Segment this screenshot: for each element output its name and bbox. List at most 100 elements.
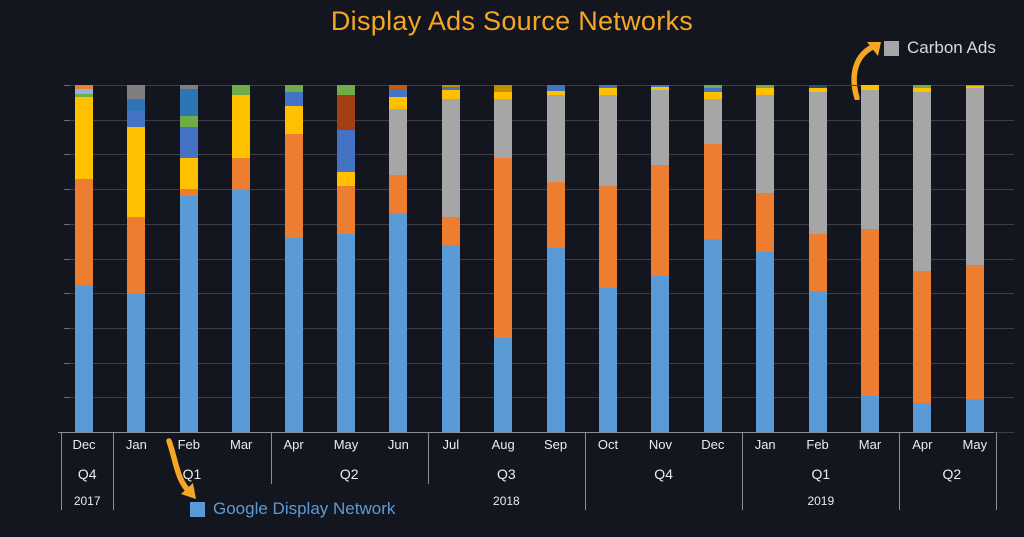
x-axis-band-separator [270, 432, 272, 484]
x-axis-month-label: Mar [858, 437, 882, 452]
x-axis-month-label: Apr [912, 437, 933, 452]
x-axis-band-separator [585, 432, 586, 510]
x-axis-month-label: Dec [72, 437, 96, 452]
bar-segment [494, 85, 513, 92]
x-axis-band-separator [742, 432, 744, 510]
y-axis-tick [64, 85, 70, 86]
bar-may-2018[interactable] [337, 85, 355, 432]
bar-segment [75, 96, 93, 179]
bar-segment [127, 85, 146, 99]
bar-segment [599, 88, 617, 96]
bar-segment [127, 98, 146, 112]
bar-segment [808, 291, 827, 432]
bar-jan-2018[interactable] [127, 85, 146, 432]
bar-segment [651, 90, 670, 165]
bar-segment [441, 90, 460, 99]
bar-dec-2017[interactable] [75, 85, 93, 432]
x-axis-month-label: Jul [442, 437, 460, 452]
bar-segment [179, 88, 198, 117]
bar-segment [546, 95, 565, 183]
x-axis-quarter-label: Q3 [497, 466, 516, 482]
bar-segment [861, 229, 879, 396]
page-title: Display Ads Source Networks [330, 6, 694, 36]
bar-segment [913, 91, 932, 271]
bar-segment [599, 185, 617, 288]
x-axis-band-separator [899, 432, 901, 510]
bar-segment [546, 248, 565, 432]
bar-segment [703, 239, 722, 432]
x-axis-quarter-label: Q2 [339, 466, 359, 482]
x-axis-month-label: Sep [544, 437, 568, 452]
bar-segment [703, 98, 722, 144]
bar-jul-2018[interactable] [441, 85, 460, 432]
chart-root: Display Ads Source Networks Carbon Ads G… [0, 0, 1024, 537]
bar-jan-2019[interactable] [756, 85, 775, 432]
bar-segment [232, 189, 251, 432]
bar-segment [179, 189, 198, 197]
bar-segment [494, 98, 513, 158]
bar-may-2019[interactable] [965, 85, 984, 432]
bar-mar-2018[interactable] [232, 85, 251, 432]
carbon-ads-swatch [884, 40, 899, 56]
bar-segment [861, 90, 879, 230]
bar-segment [389, 97, 408, 110]
bar-segment [651, 164, 670, 276]
bar-segment [284, 133, 303, 238]
bar-segment [703, 91, 722, 99]
bar-segment [546, 182, 565, 249]
legend-label-carbon-ads: Carbon Ads [907, 38, 996, 57]
bar-segment [75, 284, 93, 432]
bar-apr-2019[interactable] [913, 85, 932, 432]
plot-area: 0%10%20%30%40%50%60%70%80%90%100% [64, 85, 1014, 433]
bar-segment [337, 185, 355, 235]
y-axis-tick [64, 397, 70, 399]
bar-segment [337, 130, 355, 172]
bar-segment [232, 95, 251, 158]
bar-segment [965, 88, 984, 266]
x-axis-month-label: Oct [597, 437, 619, 452]
x-axis-band-separator [113, 432, 115, 510]
bar-segment [756, 192, 775, 252]
bar-nov-2018[interactable] [651, 85, 670, 432]
bar-segment [75, 178, 93, 285]
x-axis-month-label: Aug [491, 437, 515, 452]
bar-segment [127, 111, 146, 127]
legend-carbon-ads[interactable]: Carbon Ads [884, 38, 996, 58]
x-axis-quarter-label: Q1 [182, 466, 202, 482]
x-axis-year-label: 2018 [493, 494, 520, 508]
bar-sep-2018[interactable] [546, 85, 565, 432]
x-axis-line [58, 432, 994, 433]
bar-dec-2018[interactable] [703, 85, 722, 432]
x-axis-month-label: Nov [648, 437, 672, 452]
bar-oct-2018[interactable] [599, 85, 617, 432]
bar-segment [389, 213, 408, 432]
x-axis-month-label: Feb [806, 437, 829, 452]
bar-segment [284, 237, 303, 432]
bar-feb-2018[interactable] [179, 85, 198, 432]
bar-segment [179, 116, 198, 127]
x-axis-month-label: May [333, 437, 359, 452]
y-axis-tick [64, 189, 70, 191]
bar-segment [599, 288, 617, 432]
x-axis-month-label: Dec [701, 437, 725, 452]
bar-segment [179, 157, 198, 190]
x-axis-band-separator [427, 432, 429, 484]
bar-mar-2019[interactable] [861, 85, 879, 432]
bar-jun-2018[interactable] [389, 85, 408, 432]
y-axis-tick [64, 293, 70, 295]
bar-apr-2018[interactable] [284, 85, 303, 432]
x-axis-year-label: 2019 [807, 494, 835, 508]
x-axis-quarter-label: Q1 [811, 466, 831, 482]
bar-segment [389, 109, 408, 176]
y-axis-tick [64, 327, 70, 329]
y-axis-tick [64, 223, 70, 225]
bar-segment [808, 91, 827, 235]
bar-segment [284, 91, 303, 106]
x-axis-quarter-label: Q4 [654, 466, 673, 482]
bar-segment [389, 175, 408, 214]
bar-segment [703, 144, 722, 240]
bar-feb-2019[interactable] [808, 85, 827, 432]
bar-segment [756, 251, 775, 432]
bar-aug-2018[interactable] [494, 85, 513, 432]
x-axis-month-label: Jan [754, 437, 776, 452]
